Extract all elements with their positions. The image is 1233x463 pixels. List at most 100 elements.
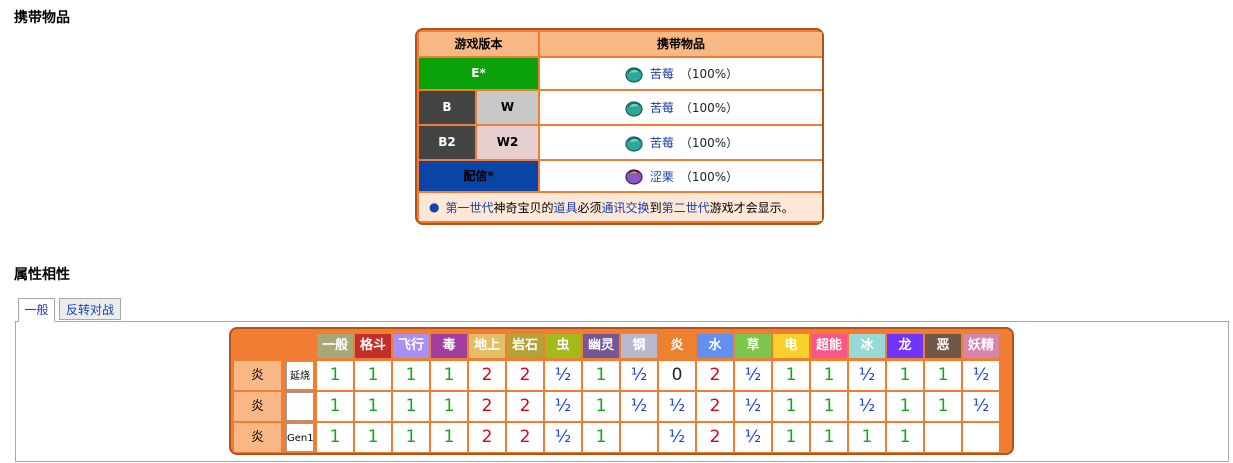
version-e[interactable]: E* — [419, 58, 538, 89]
effectiveness-cell: ½ — [545, 361, 581, 390]
effectiveness-cell: ½ — [659, 392, 695, 421]
held-items-note: ● 第一世代 神奇宝贝的 道具 必须 通讯交换 到 第二世代 游戏才会显示。 — [419, 193, 822, 221]
effectiveness-cell: 1 — [355, 361, 391, 390]
effectiveness-cell: 1 — [355, 423, 391, 452]
type-header-15[interactable]: 龙 — [887, 334, 923, 358]
held-item-row-3: 苦莓 （100%） — [540, 126, 822, 159]
effectiveness-cell: 1 — [393, 423, 429, 452]
note-text: 游戏才会显示。 — [709, 200, 794, 215]
held-items-heading: 携带物品 — [14, 10, 70, 26]
effectiveness-cell: 1 — [393, 361, 429, 390]
effectiveness-cell: 2 — [469, 392, 505, 421]
type-header-7[interactable]: 幽灵 — [583, 334, 619, 358]
link-gen2[interactable]: 第二世代 — [662, 199, 710, 216]
effectiveness-cell: 1 — [773, 361, 809, 390]
effectiveness-cell: ½ — [849, 361, 885, 390]
type-header-17[interactable]: 妖精 — [963, 334, 999, 358]
effectiveness-cell: ½ — [735, 423, 771, 452]
type-header-8[interactable]: 钢 — [621, 334, 657, 358]
type-header-5[interactable]: 岩石 — [507, 334, 543, 358]
held-item-row-4: 涩栗 （100%） — [540, 161, 822, 191]
type-header-9[interactable]: 炎 — [659, 334, 695, 358]
effectiveness-cell: 2 — [697, 361, 733, 390]
effectiveness-cell: 1 — [317, 361, 353, 390]
effectiveness-cell: ½ — [545, 392, 581, 421]
header-held-item: 携带物品 — [540, 32, 822, 56]
effectiveness-cell: 1 — [887, 392, 923, 421]
held-items-table: 游戏版本 携带物品 E* 苦莓 （100%） B W 苦莓 （100%） B2 … — [415, 28, 824, 225]
effectiveness-cell: ½ — [963, 361, 999, 390]
type-header-2[interactable]: 飞行 — [393, 334, 429, 358]
type-header-16[interactable]: 恶 — [925, 334, 961, 358]
type-effectiveness-heading: 属性相性 — [14, 267, 70, 283]
tab-inverse-battle[interactable]: 反转对战 — [59, 298, 121, 320]
row-ability-label: Gen1 — [286, 423, 314, 452]
effectiveness-cell: 1 — [431, 423, 467, 452]
effectiveness-cell: 1 — [773, 392, 809, 421]
effectiveness-cell: 0 — [659, 361, 695, 390]
version-event[interactable]: 配信* — [419, 161, 538, 191]
type-effectiveness-table: 一般格斗飞行毒地上岩石虫幽灵钢炎水草电超能力冰龙恶妖精炎延烧111122½1½0… — [229, 327, 1014, 455]
effectiveness-cell: 1 — [925, 361, 961, 390]
effectiveness-cell: 1 — [431, 361, 467, 390]
held-item-name[interactable]: 苦莓 — [650, 134, 674, 151]
type-header-6[interactable]: 虫 — [545, 334, 581, 358]
row-type-label: 炎 — [234, 423, 281, 452]
link-gen1[interactable]: 第一世代 — [445, 199, 493, 216]
effectiveness-cell: 1 — [849, 423, 885, 452]
version-w[interactable]: W — [477, 91, 538, 124]
effectiveness-cell: 1 — [317, 392, 353, 421]
held-item-name[interactable]: 苦莓 — [650, 99, 674, 116]
type-header-1[interactable]: 格斗 — [355, 334, 391, 358]
row-type-label: 炎 — [234, 392, 281, 421]
type-header-12[interactable]: 电 — [773, 334, 809, 358]
held-item-rate: （100%） — [679, 169, 739, 184]
type-header-3[interactable]: 毒 — [431, 334, 467, 358]
link-items[interactable]: 道具 — [554, 199, 578, 216]
effectiveness-cell: ½ — [735, 361, 771, 390]
effectiveness-cell: ½ — [545, 423, 581, 452]
effectiveness-cell: 2 — [507, 423, 543, 452]
effectiveness-cell: 1 — [317, 423, 353, 452]
type-header-10[interactable]: 水 — [697, 334, 733, 358]
effectiveness-cell: 1 — [431, 392, 467, 421]
type-header-4[interactable]: 地上 — [469, 334, 505, 358]
type-header-11[interactable]: 草 — [735, 334, 771, 358]
effectiveness-cell: 2 — [469, 361, 505, 390]
effectiveness-cell: ½ — [849, 392, 885, 421]
effectiveness-cell: ½ — [659, 423, 695, 452]
held-item-row-1: 苦莓 （100%） — [540, 58, 822, 89]
held-item-rate: （100%） — [679, 101, 739, 115]
effectiveness-cell: 1 — [355, 392, 391, 421]
berry-green-icon — [625, 135, 643, 152]
effectiveness-cell: ½ — [621, 361, 657, 390]
held-item-name[interactable]: 苦莓 — [650, 65, 674, 82]
berry-green-icon — [625, 66, 643, 83]
tab-normal[interactable]: 一般 — [18, 298, 55, 322]
header-game-version: 游戏版本 — [419, 32, 538, 56]
effectiveness-cell — [963, 423, 999, 452]
effectiveness-cell: 1 — [583, 392, 619, 421]
type-header-13[interactable]: 超能力 — [811, 334, 847, 377]
effectiveness-cell: 2 — [469, 423, 505, 452]
effectiveness-cell: 1 — [925, 392, 961, 421]
held-item-name[interactable]: 涩栗 — [650, 168, 674, 185]
row-type-label: 炎 — [234, 361, 281, 390]
effectiveness-cell: 1 — [811, 392, 847, 421]
type-header-14[interactable]: 冰 — [849, 334, 885, 358]
effectiveness-cell: 1 — [887, 423, 923, 452]
effectiveness-cell: 2 — [507, 392, 543, 421]
effectiveness-cell — [925, 423, 961, 452]
bullet-icon: ● — [429, 200, 440, 214]
version-b2[interactable]: B2 — [419, 126, 475, 159]
held-item-rate: （100%） — [679, 67, 739, 81]
effectiveness-cell: 2 — [697, 423, 733, 452]
version-b[interactable]: B — [419, 91, 475, 124]
link-trade[interactable]: 通讯交换 — [602, 199, 650, 216]
effectiveness-cell: 1 — [811, 361, 847, 390]
note-text: 神奇宝贝的 — [493, 200, 554, 215]
row-ability-label: 延烧 — [286, 361, 314, 390]
version-w2[interactable]: W2 — [477, 126, 538, 159]
berry-purple-icon — [625, 169, 643, 185]
type-header-0[interactable]: 一般 — [317, 334, 353, 358]
